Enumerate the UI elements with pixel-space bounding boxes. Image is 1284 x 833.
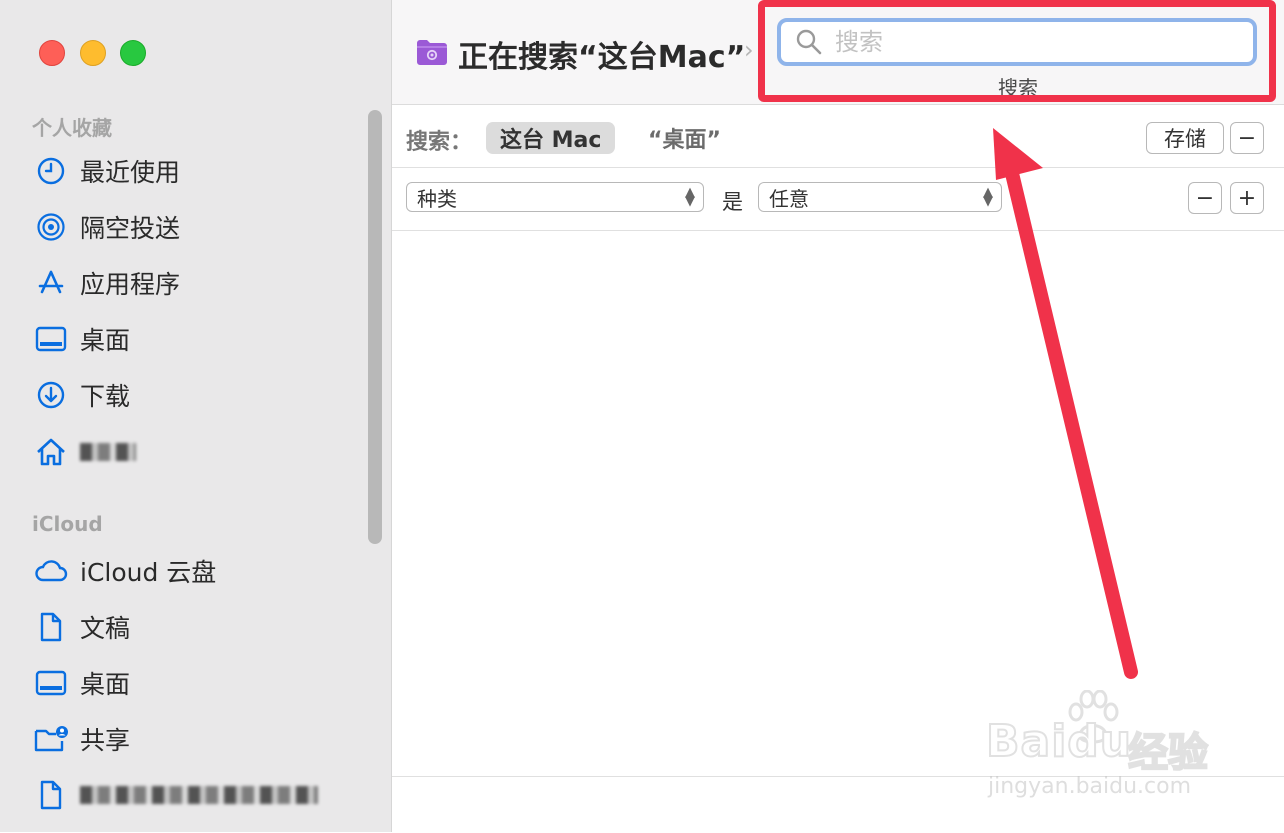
sidebar-item-documents[interactable]: 文稿 — [34, 607, 130, 647]
sidebar-item-desktop[interactable]: 桌面 — [34, 319, 130, 359]
shared-folder-icon — [34, 722, 68, 756]
sidebar-item-home[interactable] — [34, 432, 136, 472]
minimize-window-button[interactable] — [80, 40, 106, 66]
cloud-icon — [34, 554, 68, 588]
sidebar: 个人收藏 最近使用 隔空投送 应用程序 桌面 下载 iCloud iCloud … — [0, 0, 392, 832]
attribute-select[interactable]: 种类 ▲ ▼ — [406, 182, 704, 212]
desktop-icon — [34, 666, 68, 700]
sidebar-item-document-file[interactable] — [34, 775, 318, 815]
close-window-button[interactable] — [39, 40, 65, 66]
criteria-value: 任意 — [769, 186, 809, 211]
baidu-jingyan-watermark: Baidu 经验 jingyan.baidu.com — [985, 690, 1236, 810]
document-icon — [34, 778, 68, 812]
window-title: 正在搜索“这台Mac” — [458, 40, 746, 75]
remove-scope-button[interactable]: − — [1230, 122, 1264, 154]
updown-chevron-icon: ▲ ▼ — [983, 185, 993, 209]
sidebar-item-icloud-desktop[interactable]: 桌面 — [34, 663, 130, 703]
sidebar-item-label: 下载 — [80, 382, 131, 411]
sidebar-item-airdrop[interactable]: 隔空投送 — [34, 207, 180, 247]
add-criteria-button[interactable]: + — [1230, 182, 1264, 214]
annotation-highlight-box — [758, 0, 1276, 102]
sidebar-item-label: 最近使用 — [80, 158, 181, 187]
attribute-value: 种类 — [417, 186, 457, 211]
sidebar-scrollbar[interactable] — [368, 110, 382, 544]
value-select[interactable]: 任意 ▲ ▼ — [758, 182, 1002, 212]
download-icon — [34, 378, 68, 412]
watermark-url: jingyan.baidu.com — [988, 774, 1192, 799]
sidebar-item-label: 桌面 — [80, 670, 131, 699]
sidebar-item-label: 应用程序 — [80, 270, 181, 299]
sidebar-item-label: 文稿 — [80, 614, 131, 643]
redacted-filename — [80, 786, 318, 804]
watermark-logo: Baidu — [985, 715, 1133, 768]
watermark-title: 经验 — [1127, 729, 1209, 777]
sidebar-item-recents[interactable]: 最近使用 — [34, 151, 180, 191]
search-scope-bar: 搜索： 这台 Mac “桌面” 存储 − — [392, 105, 1284, 168]
sidebar-item-shared[interactable]: 共享 — [34, 719, 130, 759]
sidebar-item-label: iCloud 云盘 — [80, 558, 217, 587]
sidebar-item-label: 共享 — [80, 726, 131, 755]
scope-this-mac-button[interactable]: 这台 Mac — [486, 122, 616, 154]
sidebar-item-applications[interactable]: 应用程序 — [34, 263, 180, 303]
desktop-icon — [34, 322, 68, 356]
document-icon — [34, 610, 68, 644]
toolbar: 正在搜索“这台Mac” › 搜索 — [392, 0, 1284, 105]
sidebar-item-icloud-drive[interactable]: iCloud 云盘 — [34, 551, 216, 591]
chevron-right-icon[interactable]: › — [744, 36, 754, 64]
updown-chevron-icon: ▲ ▼ — [685, 185, 695, 209]
airdrop-icon — [34, 210, 68, 244]
smart-folder-icon — [416, 38, 448, 66]
redacted-username — [80, 443, 136, 461]
clock-icon — [34, 154, 68, 188]
scope-label: 搜索： — [406, 130, 473, 155]
save-search-button[interactable]: 存储 — [1146, 122, 1224, 154]
remove-criteria-button[interactable]: − — [1188, 182, 1222, 214]
finder-window: 个人收藏 最近使用 隔空投送 应用程序 桌面 下载 iCloud iCloud … — [0, 0, 1284, 833]
sidebar-item-label: 桌面 — [80, 326, 131, 355]
sidebar-item-label: 隔空投送 — [80, 214, 181, 243]
home-icon — [34, 435, 68, 469]
sidebar-section-favorites: 个人收藏 — [32, 116, 112, 140]
sidebar-item-downloads[interactable]: 下载 — [34, 375, 130, 415]
operator-label: 是 — [722, 190, 743, 214]
sidebar-section-icloud: iCloud — [32, 512, 103, 536]
scope-desktop-button[interactable]: “桌面” — [634, 122, 735, 154]
applications-icon — [34, 266, 68, 300]
search-criteria-row: 种类 ▲ ▼ 是 任意 ▲ ▼ − + — [392, 168, 1284, 231]
zoom-window-button[interactable] — [120, 40, 146, 66]
